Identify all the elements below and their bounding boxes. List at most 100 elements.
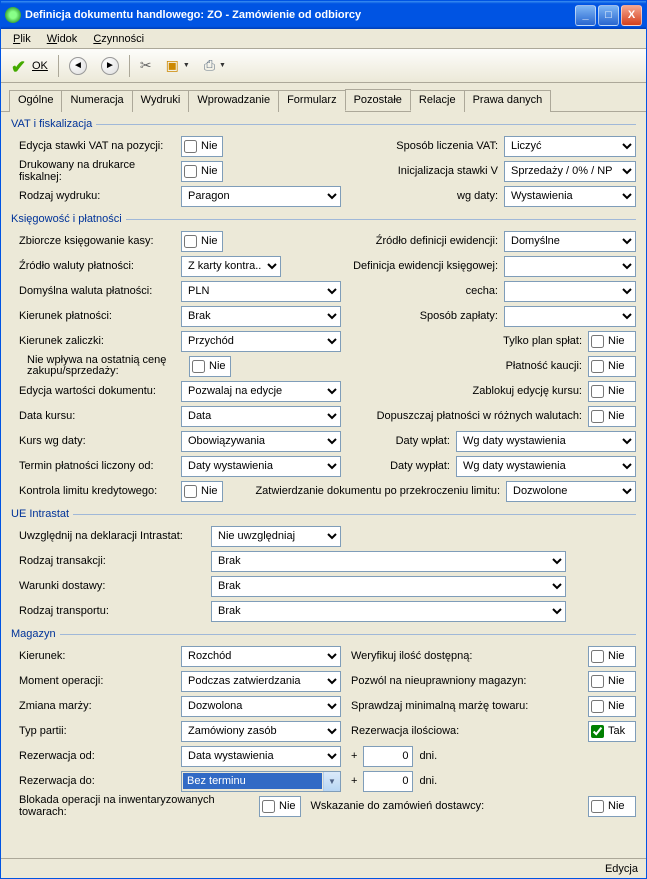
lbl-uwzgl: Uwzględnij na deklaracji Intrastat:: [11, 530, 211, 542]
lbl-plus2: +: [351, 775, 357, 787]
tab-wprowadzanie[interactable]: Wprowadzanie: [188, 90, 279, 112]
sel-rezerw-od[interactable]: Data wystawienia: [181, 746, 341, 767]
tab-numeracja[interactable]: Numeracja: [61, 90, 132, 112]
nav-forward-button[interactable]: ►: [95, 53, 125, 79]
sel-zrodlo-wal[interactable]: Z karty kontra...: [181, 256, 281, 277]
sel-kurs-wg[interactable]: Obowiązywania: [181, 431, 341, 452]
cbx-zbiorcze[interactable]: Nie: [181, 231, 223, 252]
tab-wydruki[interactable]: Wydruki: [132, 90, 190, 112]
lbl-kontrola: Kontrola limitu kredytowego:: [11, 485, 181, 497]
arrow-left-icon: ◄: [69, 57, 87, 75]
tab-relacje[interactable]: Relacje: [410, 90, 465, 112]
nav-back-button[interactable]: ◄: [63, 53, 93, 79]
ok-button[interactable]: ✔OK: [5, 53, 54, 79]
sel-wg-daty[interactable]: Wystawienia: [504, 186, 636, 207]
sel-kier-plat[interactable]: Brak: [181, 306, 341, 327]
chevron-down-icon: ▼: [323, 772, 340, 791]
lbl-data-kursu: Data kursu:: [11, 410, 181, 422]
cbx-tylko-plan[interactable]: Nie: [588, 331, 636, 352]
package-button[interactable]: ▣▼: [160, 53, 196, 78]
cbx-kontrola[interactable]: Nie: [181, 481, 223, 502]
sel-kier-zal[interactable]: Przychód: [181, 331, 341, 352]
lbl-kier-zal: Kierunek zaliczki:: [11, 335, 181, 347]
cbx-dopuszczaj[interactable]: Nie: [588, 406, 636, 427]
sel-edycja-wart[interactable]: Pozwalaj na edycje: [181, 381, 341, 402]
sel-inicjalizacja[interactable]: Sprzedaży / 0% / NP: [504, 161, 636, 182]
tools-button[interactable]: ✂: [134, 53, 158, 78]
cbx-edycja-stawki[interactable]: Nie: [181, 136, 223, 157]
cbx-blokada[interactable]: Nie: [259, 796, 301, 817]
cbx-rezerw-il[interactable]: Tak: [588, 721, 636, 742]
lbl-termin: Termin płatności liczony od:: [11, 460, 181, 472]
lbl-tylko-plan: Tylko plan spłat:: [503, 335, 588, 347]
tab-prawa-danych[interactable]: Prawa danych: [464, 90, 552, 112]
sel-warunki[interactable]: Brak: [211, 576, 566, 597]
sel-data-kursu[interactable]: Data: [181, 406, 341, 427]
section-ksiegowosc: Księgowość i płatności Zbiorcze księgowa…: [11, 213, 636, 504]
sel-daty-wplat[interactable]: Wg daty wystawienia: [456, 431, 636, 452]
lbl-daty-wplat: Daty wpłat:: [341, 435, 456, 447]
inp-val2[interactable]: [363, 771, 413, 792]
menu-plik[interactable]: Plik: [7, 31, 37, 46]
cbx-nie-wplywa[interactable]: Nie: [189, 356, 231, 377]
sel-daty-wyplat[interactable]: Wg daty wystawienia: [456, 456, 636, 477]
sel-rodzaj-tr[interactable]: Brak: [211, 551, 566, 572]
sel-zatw[interactable]: Dozwolone: [506, 481, 636, 502]
lbl-zrodlo-wal: Źródło waluty płatności:: [11, 260, 181, 272]
cbx-drukowany[interactable]: Nie: [181, 161, 223, 182]
cbx-weryf[interactable]: Nie: [588, 646, 636, 667]
lbl-edycja-wart: Edycja wartości dokumentu:: [11, 385, 181, 397]
lbl-plus1: +: [351, 750, 357, 762]
cbx-zablokuj[interactable]: Nie: [588, 381, 636, 402]
inp-val1[interactable]: [363, 746, 413, 767]
legend-vat: VAT i fiskalizacja: [11, 118, 96, 130]
maximize-button[interactable]: □: [598, 5, 619, 26]
sel-sposob-zap[interactable]: [504, 306, 636, 327]
lbl-wg-daty: wg daty:: [364, 190, 504, 202]
sel-uwzgl[interactable]: Nie uwzględniaj: [211, 526, 341, 547]
sel-sposob-liczenia[interactable]: Liczyć: [504, 136, 636, 157]
sel-rodzaj-wydruku[interactable]: Paragon: [181, 186, 341, 207]
lbl-zablokuj: Zablokuj edycję kursu:: [473, 385, 588, 397]
sel-kierunek[interactable]: Rozchód: [181, 646, 341, 667]
tab-ogolne[interactable]: Ogólne: [9, 90, 62, 112]
sel-zrodlo-def[interactable]: Domyślne: [504, 231, 636, 252]
sel-moment[interactable]: Podczas zatwierdzania: [181, 671, 341, 692]
cbx-sprawdz[interactable]: Nie: [588, 696, 636, 717]
print-button[interactable]: ⎙▼: [198, 53, 232, 78]
legend-ksiegowosc: Księgowość i płatności: [11, 213, 126, 225]
sel-termin[interactable]: Daty wystawienia: [181, 456, 341, 477]
cbx-pozwol[interactable]: Nie: [588, 671, 636, 692]
status-text: Edycja: [605, 863, 638, 875]
tools-icon: ✂: [140, 57, 152, 74]
lbl-dom-wal: Domyślna waluta płatności:: [11, 285, 181, 297]
sel-typ-partii[interactable]: Zamówiony zasób: [181, 721, 341, 742]
section-ue: UE Intrastat Uwzględnij na deklaracji In…: [11, 508, 636, 624]
titlebar[interactable]: Definicja dokumentu handlowego: ZO - Zam…: [1, 1, 646, 29]
close-button[interactable]: X: [621, 5, 642, 26]
sel-rodzaj-trans[interactable]: Brak: [211, 601, 566, 622]
lbl-drukowany: Drukowany na drukarce fiskalnej:: [11, 159, 181, 183]
menu-czynnosci[interactable]: Czynności: [87, 31, 150, 46]
lbl-rodzaj-tr: Rodzaj transakcji:: [11, 555, 211, 567]
app-icon: [5, 7, 21, 23]
menu-widok[interactable]: Widok: [41, 31, 84, 46]
tab-formularz[interactable]: Formularz: [278, 90, 346, 112]
tab-strip: Ogólne Numeracja Wydruki Wprowadzanie Fo…: [1, 83, 646, 112]
menubar: Plik Widok Czynności: [1, 29, 646, 49]
sel-def-ewid[interactable]: [504, 256, 636, 277]
cbx-wskazanie[interactable]: Nie: [588, 796, 636, 817]
sel-cecha[interactable]: [504, 281, 636, 302]
legend-ue: UE Intrastat: [11, 508, 73, 520]
sel-dom-wal[interactable]: PLN: [181, 281, 341, 302]
lbl-dni1: dni.: [419, 750, 437, 762]
cbx-plat-kaucji[interactable]: Nie: [588, 356, 636, 377]
sel-zmiana[interactable]: Dozwolona: [181, 696, 341, 717]
tab-pozostale[interactable]: Pozostałe: [345, 89, 411, 111]
statusbar: Edycja: [1, 858, 646, 878]
sel-rezerw-do[interactable]: Bez terminu ▼: [181, 771, 341, 792]
minimize-button[interactable]: _: [575, 5, 596, 26]
lbl-nie-wplywa: Nie wpływa na ostatnią cenę zakupu/sprze…: [11, 355, 189, 377]
lbl-inicjalizacja: Inicjalizacja stawki V: [364, 165, 504, 177]
lbl-warunki: Warunki dostawy:: [11, 580, 211, 592]
